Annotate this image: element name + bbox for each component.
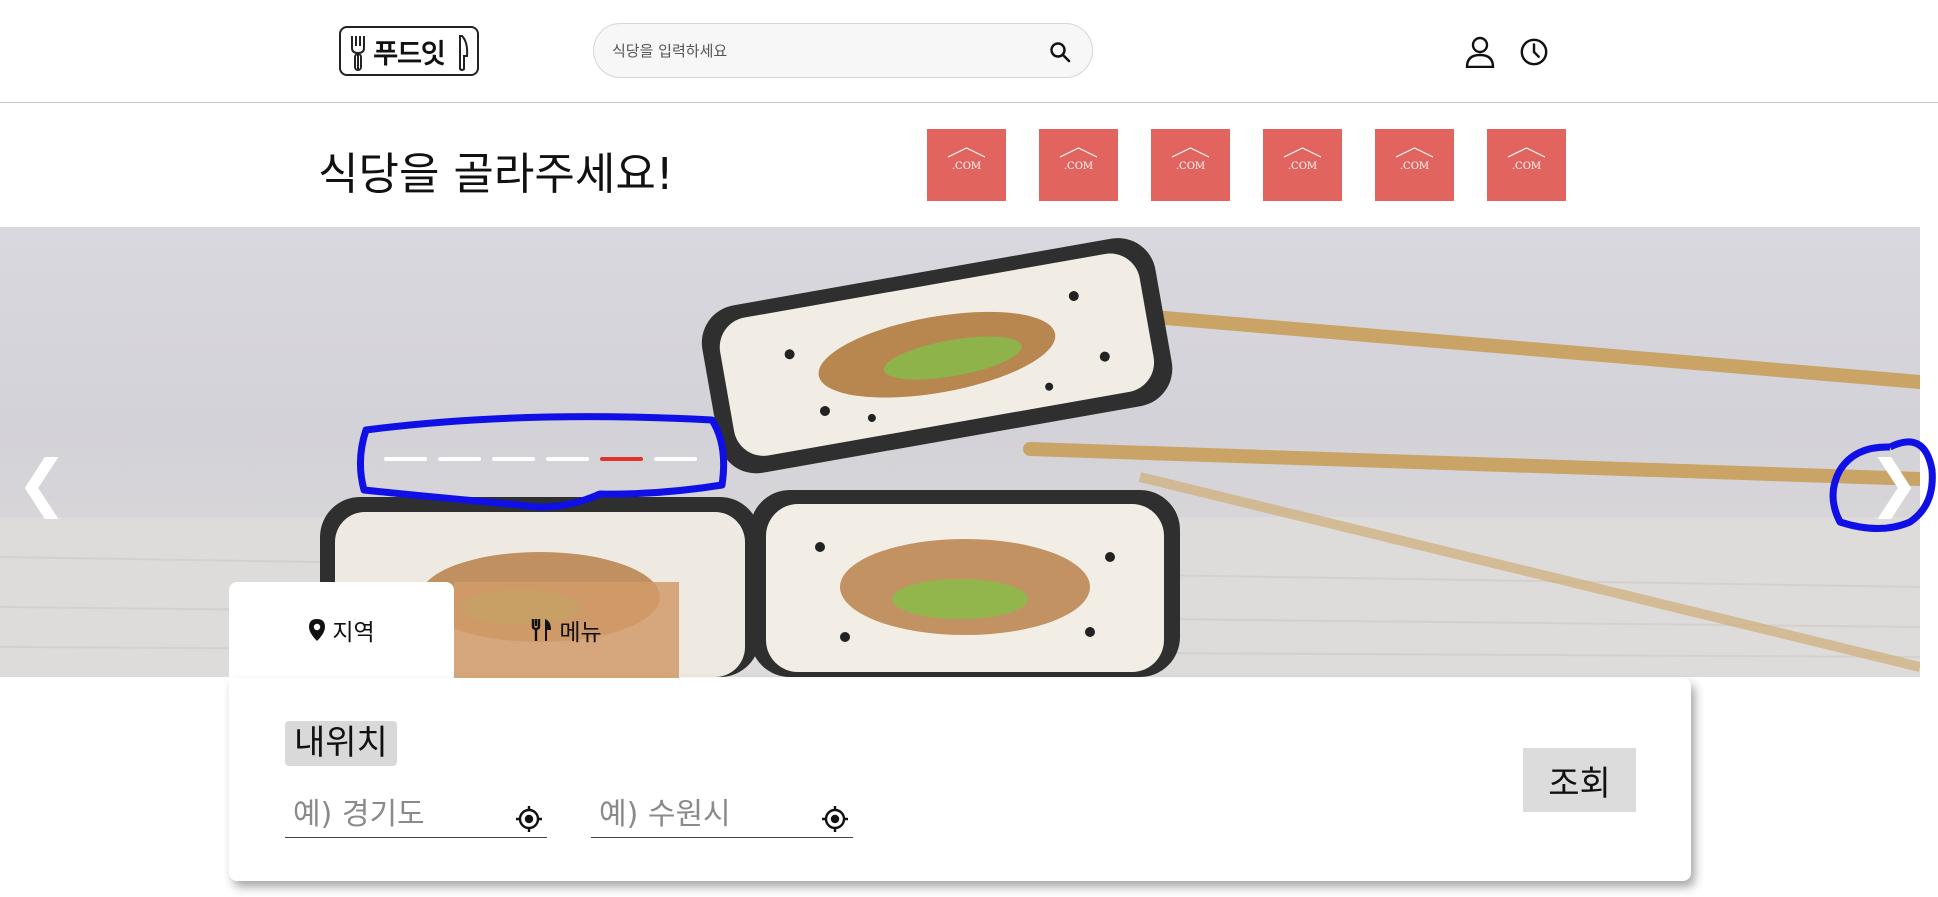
fork-icon — [351, 36, 365, 71]
thumbnail-label: .COM — [1175, 161, 1206, 172]
restaurant-thumbnail[interactable]: .COM — [1375, 129, 1454, 201]
tab-menu-label: 메뉴 — [559, 620, 602, 646]
province-field — [285, 793, 547, 838]
restaurant-thumbnail[interactable]: .COM — [1487, 129, 1566, 201]
thumbnail-label: .COM — [1511, 161, 1542, 172]
restaurant-thumbnail[interactable]: .COM — [1263, 129, 1342, 201]
restaurant-search-input[interactable] — [612, 36, 1012, 66]
region-search-panel: 내위치 조회 — [229, 678, 1691, 881]
logo-text: 푸드잇 — [373, 38, 446, 70]
tab-region-label: 지역 — [332, 620, 375, 646]
top-header: 푸드잇 — [0, 0, 1938, 103]
carousel-indicator-active[interactable] — [600, 457, 643, 461]
map-pin-icon — [309, 619, 326, 641]
thumbnail-label: .COM — [1399, 161, 1430, 172]
my-location-button[interactable]: 내위치 — [285, 721, 397, 766]
query-button[interactable]: 조회 — [1523, 748, 1636, 812]
province-input[interactable] — [293, 797, 493, 831]
restaurant-thumbnail[interactable]: .COM — [1151, 129, 1230, 201]
page-title: 식당을 골라주세요! — [318, 149, 674, 200]
tab-menu[interactable]: 메뉴 — [454, 582, 679, 678]
thumbnail-label: .COM — [951, 161, 982, 172]
carousel-indicator[interactable] — [546, 457, 589, 461]
brand-logo[interactable]: 푸드잇 — [339, 26, 479, 76]
search-icon[interactable] — [1048, 40, 1072, 64]
carousel-indicator[interactable] — [438, 457, 481, 461]
carousel-indicator[interactable] — [654, 457, 697, 461]
crosshair-icon[interactable] — [821, 805, 849, 833]
tab-region[interactable]: 지역 — [229, 582, 454, 678]
carousel-indicator[interactable] — [384, 457, 427, 461]
roof-icon — [1171, 147, 1210, 158]
restaurant-thumbnail-row: .COM .COM .COM .COM .COM .COM — [927, 129, 1566, 201]
restaurant-search-bar — [593, 23, 1093, 78]
carousel-prev-button[interactable]: ❮ — [16, 452, 68, 514]
city-field — [591, 793, 853, 838]
roof-icon — [1507, 147, 1546, 158]
restaurant-thumbnail[interactable]: .COM — [927, 129, 1006, 201]
user-icon[interactable] — [1465, 36, 1495, 68]
roof-icon — [947, 147, 986, 158]
crosshair-icon[interactable] — [515, 805, 543, 833]
roof-icon — [1283, 147, 1322, 158]
roof-icon — [1059, 147, 1098, 158]
city-input[interactable] — [599, 797, 799, 831]
clock-icon[interactable] — [1519, 36, 1549, 68]
thumbnail-label: .COM — [1063, 161, 1094, 172]
knife-icon — [459, 35, 469, 71]
restaurant-thumbnail[interactable]: .COM — [1039, 129, 1118, 201]
roof-icon — [1395, 147, 1434, 158]
carousel-next-button[interactable]: ❯ — [1868, 452, 1920, 514]
thumbnail-label: .COM — [1287, 161, 1318, 172]
utensils-icon — [532, 619, 552, 641]
carousel-indicator[interactable] — [492, 457, 535, 461]
carousel-indicators — [384, 457, 697, 461]
